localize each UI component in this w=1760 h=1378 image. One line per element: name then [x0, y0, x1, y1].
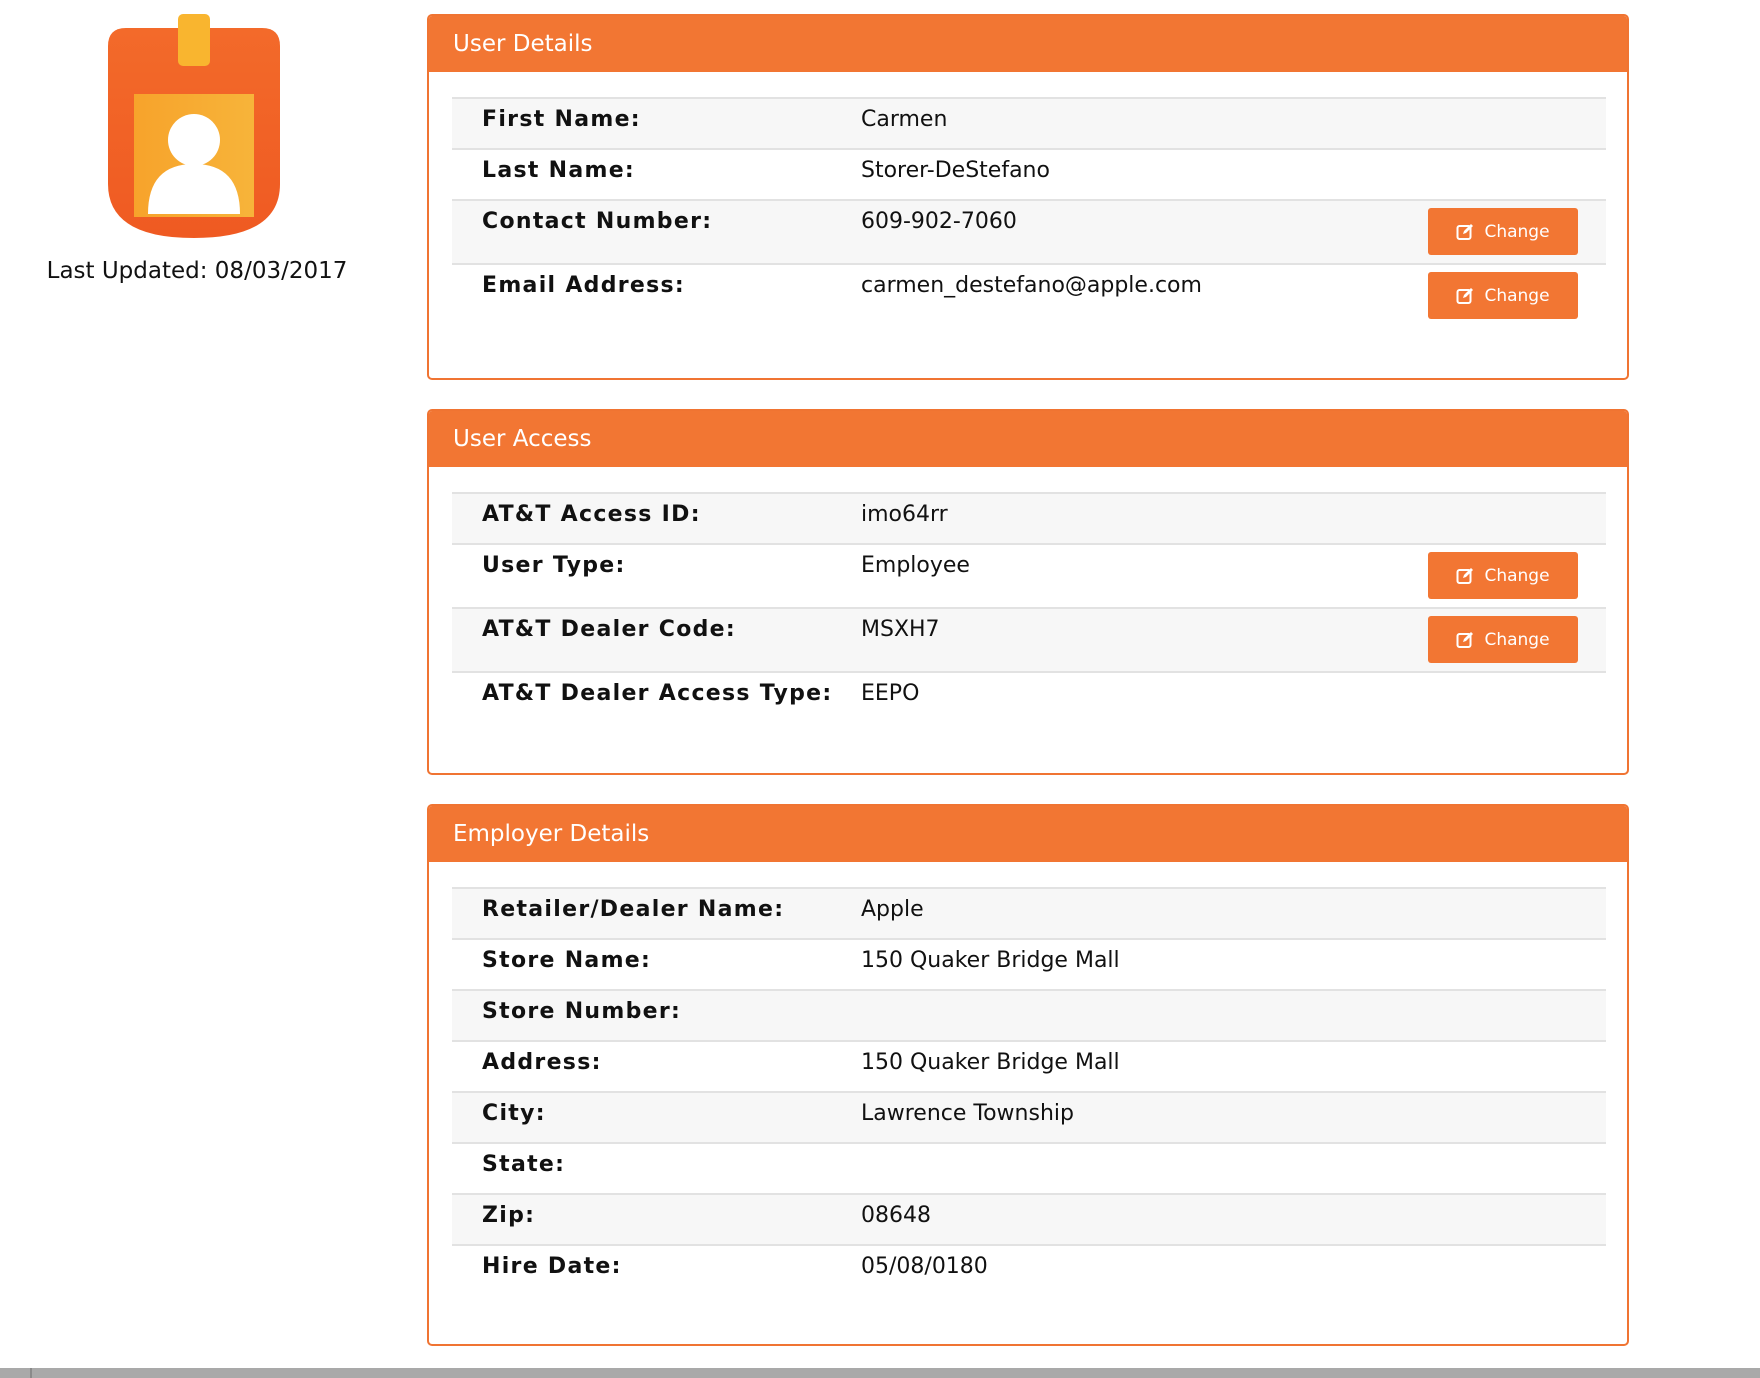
table-row: Store Number: — [452, 989, 1606, 1040]
change-user-type-button[interactable]: Change — [1428, 552, 1578, 599]
edit-icon — [1456, 567, 1474, 585]
employer-details-panel: Employer Details Retailer/Dealer Name: A… — [427, 804, 1629, 1346]
field-label: Store Name: — [482, 948, 652, 973]
table-row: Store Name: 150 Quaker Bridge Mall — [452, 938, 1606, 989]
field-value: Lawrence Township — [861, 1101, 1074, 1126]
table-row: Last Name: Storer-DeStefano — [452, 148, 1606, 199]
field-value: 08648 — [861, 1203, 931, 1228]
table-row: AT&T Dealer Code: MSXH7 Change — [452, 607, 1606, 671]
change-button-label: Change — [1484, 221, 1550, 242]
table-row: Address: 150 Quaker Bridge Mall — [452, 1040, 1606, 1091]
table-row: City: Lawrence Township — [452, 1091, 1606, 1142]
edit-icon — [1456, 631, 1474, 649]
field-value: MSXH7 — [861, 617, 940, 642]
panel-title: User Access — [429, 411, 1627, 467]
table-row: Contact Number: 609-902-7060 Change — [452, 199, 1606, 263]
field-label: User Type: — [482, 553, 626, 578]
change-dealer-code-button[interactable]: Change — [1428, 616, 1578, 663]
field-label: AT&T Dealer Access Type: — [482, 681, 833, 706]
change-contact-number-button[interactable]: Change — [1428, 208, 1578, 255]
field-value: 150 Quaker Bridge Mall — [861, 948, 1120, 973]
field-label: City: — [482, 1101, 546, 1126]
table-row: AT&T Access ID: imo64rr — [452, 492, 1606, 543]
table-row: User Type: Employee Change — [452, 543, 1606, 607]
edit-icon — [1456, 287, 1474, 305]
scrollbar-divider — [30, 1368, 32, 1378]
field-label: AT&T Access ID: — [482, 502, 701, 527]
edit-icon — [1456, 223, 1474, 241]
field-label: AT&T Dealer Code: — [482, 617, 737, 642]
field-value: 05/08/0180 — [861, 1254, 988, 1279]
table-row: State: — [452, 1142, 1606, 1193]
field-value: Storer-DeStefano — [861, 158, 1050, 183]
field-label: Zip: — [482, 1203, 536, 1228]
user-details-panel: User Details First Name: Carmen Last Nam… — [427, 14, 1629, 380]
panel-title: Employer Details — [429, 806, 1627, 862]
horizontal-scrollbar[interactable] — [0, 1368, 1760, 1378]
id-badge-icon — [108, 14, 280, 238]
field-value: EEPO — [861, 681, 920, 706]
field-label: State: — [482, 1152, 566, 1177]
field-value: imo64rr — [861, 502, 948, 527]
change-email-button[interactable]: Change — [1428, 272, 1578, 319]
change-button-label: Change — [1484, 565, 1550, 586]
field-value: 150 Quaker Bridge Mall — [861, 1050, 1120, 1075]
panel-title: User Details — [429, 16, 1627, 72]
user-access-panel: User Access AT&T Access ID: imo64rr User… — [427, 409, 1629, 775]
field-value: Employee — [861, 553, 970, 578]
field-label: Address: — [482, 1050, 602, 1075]
table-row: Retailer/Dealer Name: Apple — [452, 887, 1606, 938]
field-label: Retailer/Dealer Name: — [482, 897, 785, 922]
table-row: Hire Date: 05/08/0180 — [452, 1244, 1606, 1295]
field-value: Carmen — [861, 107, 948, 132]
field-label: Store Number: — [482, 999, 682, 1024]
field-label: Email Address: — [482, 273, 686, 298]
table-row: AT&T Dealer Access Type: EEPO — [452, 671, 1606, 722]
change-button-label: Change — [1484, 629, 1550, 650]
field-value: Apple — [861, 897, 924, 922]
field-label: Hire Date: — [482, 1254, 622, 1279]
field-label: Last Name: — [482, 158, 636, 183]
field-value: 609-902-7060 — [861, 209, 1017, 234]
field-label: First Name: — [482, 107, 641, 132]
table-row: First Name: Carmen — [452, 97, 1606, 148]
field-label: Contact Number: — [482, 209, 713, 234]
change-button-label: Change — [1484, 285, 1550, 306]
last-updated: Last Updated: 08/03/2017 — [46, 258, 348, 284]
table-row: Email Address: carmen_destefano@apple.co… — [452, 263, 1606, 327]
field-value: carmen_destefano@apple.com — [861, 273, 1202, 298]
table-row: Zip: 08648 — [452, 1193, 1606, 1244]
